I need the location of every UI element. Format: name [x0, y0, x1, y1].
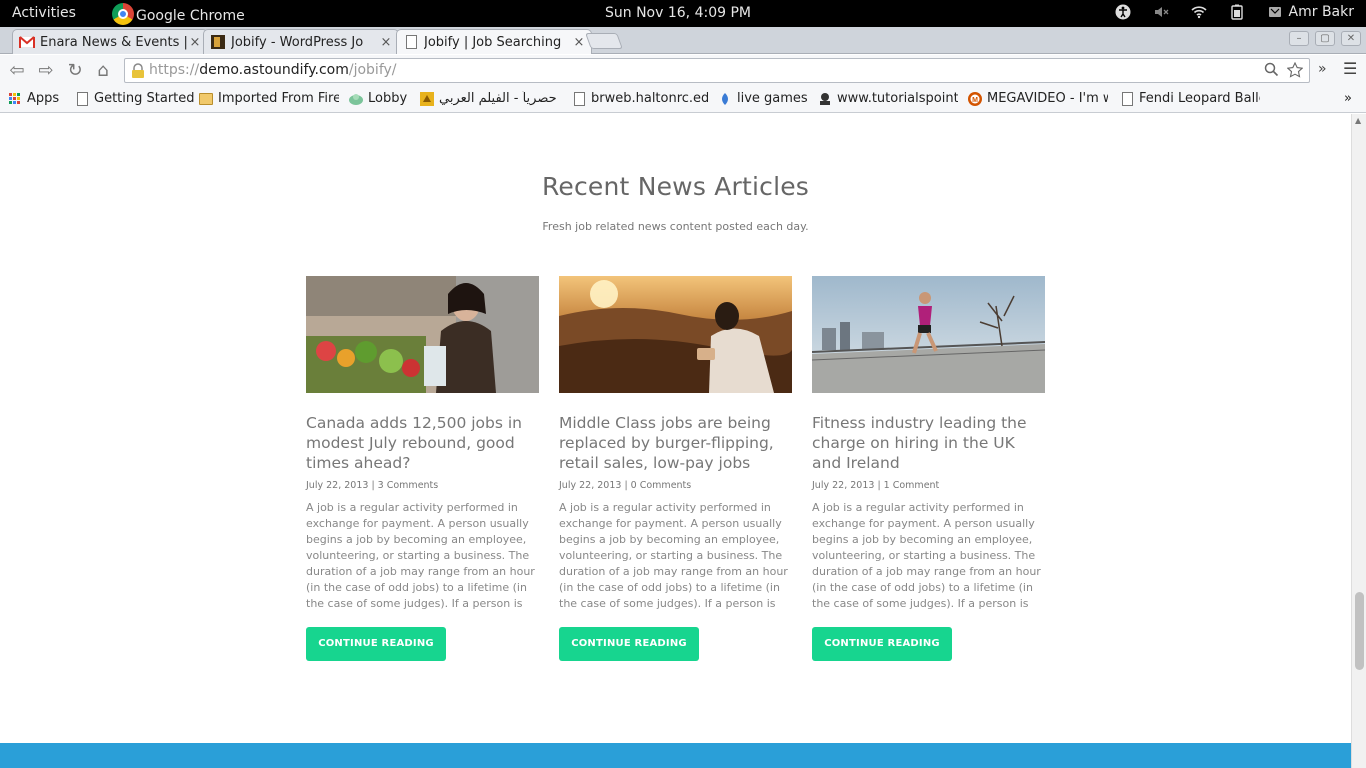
close-icon[interactable]: × [380, 35, 392, 50]
article-date: July 22, 2013 [812, 480, 875, 491]
bookmark-tutorialspoint[interactable]: www.tutorialspoint [818, 91, 958, 106]
page-icon [403, 34, 419, 50]
folder-icon [199, 92, 213, 106]
bookmarks-overflow[interactable]: » [1344, 91, 1352, 106]
article-meta: July 22, 2013 | 1 Comment [812, 480, 940, 491]
comments-link[interactable]: 3 Comments [378, 480, 439, 491]
tab-title: Jobify | Job Searching [424, 34, 562, 50]
maximize-button[interactable]: ▢ [1315, 31, 1335, 46]
bookmark-live-games[interactable]: live games [718, 91, 808, 106]
lobby-icon [349, 92, 363, 106]
news-card: Fitness industry leading the charge on h… [812, 276, 1045, 661]
scrollbar-thumb[interactable] [1355, 592, 1364, 670]
bookmark-imported-from-firefox[interactable]: Imported From Fire [199, 91, 339, 106]
news-card: Canada adds 12,500 jobs in modest July r… [306, 276, 539, 661]
close-icon[interactable]: × [573, 35, 585, 50]
browser-toolbar: ⇦ ⇨ ↻ ⌂ https://demo.astoundify.com/jobi… [0, 55, 1366, 86]
bookmark-arabic-film[interactable]: حصرياً - الفيلم العربي [420, 91, 560, 106]
volume-muted-icon[interactable] [1153, 4, 1169, 20]
article-meta: July 22, 2013 | 0 Comments [559, 480, 692, 491]
bookmarks-bar: Apps Getting Started Imported From Fire … [0, 86, 1366, 113]
tab-title: Enara News & Events | [40, 34, 188, 50]
bookmark-getting-started[interactable]: Getting Started [75, 91, 195, 106]
reload-icon[interactable]: ↻ [64, 60, 86, 82]
system-top-bar: Activities Google Chrome Sun Nov 16, 4:0… [0, 0, 1366, 27]
apps-grid-icon [8, 92, 22, 106]
continue-reading-button[interactable]: CONTINUE READING [559, 627, 699, 661]
page-icon [75, 91, 89, 106]
tab-strip: Enara News & Events | × Jobify - WordPre… [0, 27, 1366, 54]
article-image-sunset[interactable] [559, 276, 792, 393]
bookmark-star-icon[interactable] [1286, 61, 1304, 82]
section-title: Recent News Articles [541, 172, 810, 201]
bookmark-brweb[interactable]: brweb.haltonrc.edu [572, 91, 708, 106]
film-icon [420, 91, 434, 106]
user-menu[interactable]: Amr Bakr [1267, 4, 1354, 20]
new-tab-button[interactable] [585, 33, 623, 49]
system-tray: Amr Bakr [1115, 4, 1354, 20]
back-arrow-icon[interactable]: ⇦ [6, 60, 28, 82]
home-icon[interactable]: ⌂ [92, 60, 114, 82]
bookmark-apps[interactable]: Apps [8, 91, 59, 106]
section-subtitle: Fresh job related news content posted ea… [542, 220, 809, 233]
tab-jobify-job-searching[interactable]: Jobify | Job Searching × [396, 29, 592, 54]
page-viewport: Recent News Articles Fresh job related n… [0, 114, 1351, 768]
article-date: July 22, 2013 [306, 480, 369, 491]
search-icon[interactable] [1264, 62, 1279, 82]
article-title[interactable]: Fitness industry leading the charge on h… [812, 413, 1045, 473]
article-excerpt: A job is a regular activity performed in… [559, 501, 788, 610]
gmail-icon [19, 34, 35, 50]
lock-warning-icon[interactable] [131, 63, 145, 79]
menu-icon[interactable]: ☰ [1343, 59, 1357, 78]
user-name: Amr Bakr [1288, 4, 1354, 20]
games-icon [718, 92, 732, 106]
scroll-up-arrow-icon[interactable]: ▲ [1355, 116, 1361, 125]
url-text[interactable]: https://demo.astoundify.com/jobify/ [149, 62, 397, 78]
clock[interactable]: Sun Nov 16, 4:09 PM [605, 5, 751, 21]
extensions-overflow[interactable]: » [1318, 61, 1327, 77]
article-date: July 22, 2013 [559, 480, 622, 491]
comments-link[interactable]: 1 Comment [884, 480, 940, 491]
battery-icon[interactable] [1229, 4, 1245, 20]
bookmark-fendi[interactable]: Fendi Leopard Balle [1120, 91, 1260, 106]
tab-jobify-wordpress[interactable]: Jobify - WordPress Jo × [203, 29, 399, 54]
app-menu[interactable]: Google Chrome [112, 3, 245, 27]
wifi-icon[interactable] [1190, 4, 1207, 20]
activities-button[interactable]: Activities [12, 5, 76, 21]
megavideo-icon: M [968, 91, 982, 106]
article-image-market[interactable] [306, 276, 539, 393]
bookmark-lobby[interactable]: Lobby [349, 91, 407, 106]
article-image-runner[interactable] [812, 276, 1045, 393]
page-icon [572, 91, 586, 106]
app-name: Google Chrome [136, 8, 245, 24]
continue-reading-button[interactable]: CONTINUE READING [306, 627, 446, 661]
window-close-button[interactable]: ✕ [1341, 31, 1361, 46]
user-status-icon [1267, 4, 1283, 20]
forward-arrow-icon[interactable]: ⇨ [35, 60, 57, 82]
jobify-favicon-icon [210, 34, 226, 50]
accessibility-icon[interactable] [1115, 4, 1131, 20]
tutorialspoint-icon [818, 92, 832, 106]
article-meta: July 22, 2013 | 3 Comments [306, 480, 439, 491]
page-icon [1120, 91, 1134, 106]
bookmark-megavideo[interactable]: M MEGAVIDEO - I'm w [968, 91, 1108, 106]
article-title[interactable]: Middle Class jobs are being replaced by … [559, 413, 792, 473]
chrome-icon [112, 3, 134, 25]
footer-band [0, 743, 1351, 768]
vertical-scrollbar[interactable]: ▲ [1351, 114, 1366, 768]
news-card: Middle Class jobs are being replaced by … [559, 276, 792, 661]
article-excerpt: A job is a regular activity performed in… [812, 501, 1041, 610]
article-excerpt: A job is a regular activity performed in… [306, 501, 535, 610]
tab-enara-news[interactable]: Enara News & Events | × [12, 29, 208, 54]
address-bar[interactable]: https://demo.astoundify.com/jobify/ [124, 58, 1310, 83]
continue-reading-button[interactable]: CONTINUE READING [812, 627, 952, 661]
comments-link[interactable]: 0 Comments [631, 480, 692, 491]
minimize-button[interactable]: – [1289, 31, 1309, 46]
article-title[interactable]: Canada adds 12,500 jobs in modest July r… [306, 413, 539, 473]
close-icon[interactable]: × [189, 35, 201, 50]
tab-title: Jobify - WordPress Jo [231, 34, 364, 50]
svg-text:M: M [972, 97, 978, 104]
